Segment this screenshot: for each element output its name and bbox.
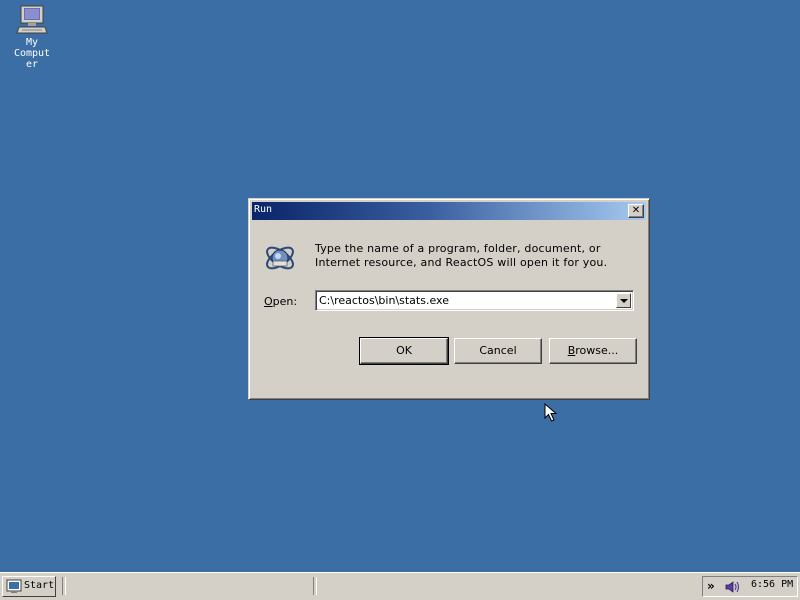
run-dialog: Run ✕ Type the name of a program, folder… <box>248 198 650 400</box>
start-button[interactable]: Start <box>2 576 56 597</box>
taskbar: Start » 6:56 PM <box>0 572 800 600</box>
open-label-mnemonic: O <box>264 295 273 308</box>
browse-button[interactable]: Browse... <box>549 338 637 364</box>
open-input[interactable] <box>319 293 609 308</box>
run-prompt-text: Type the name of a program, folder, docu… <box>315 242 608 269</box>
taskbar-grip[interactable] <box>62 577 66 595</box>
chevron-down-icon <box>620 299 628 303</box>
close-button[interactable]: ✕ <box>628 204 644 218</box>
desktop-icon-my-computer[interactable]: My Computer <box>2 4 62 70</box>
speaker-icon[interactable] <box>725 580 741 594</box>
tray-expand-icon[interactable]: » <box>707 578 715 594</box>
ok-button[interactable]: OK <box>359 337 449 365</box>
dialog-titlebar[interactable]: Run ✕ <box>252 202 646 220</box>
taskbar-grip[interactable] <box>313 577 317 595</box>
start-label: Start <box>24 580 55 591</box>
open-label: Open: <box>264 295 297 308</box>
mouse-pointer-icon <box>544 403 558 422</box>
combobox-dropdown-button[interactable] <box>616 293 631 308</box>
browse-label-rest: rowse... <box>575 344 619 357</box>
computer-icon <box>16 5 48 34</box>
desktop-icon-label: My Computer <box>13 37 51 70</box>
reactos-start-icon <box>6 579 22 593</box>
close-icon: ✕ <box>631 205 641 216</box>
dialog-title: Run <box>254 204 273 215</box>
open-combobox[interactable] <box>315 290 634 311</box>
open-label-rest: pen: <box>272 295 298 308</box>
system-tray: » 6:56 PM <box>702 576 798 597</box>
cancel-button[interactable]: Cancel <box>454 338 542 364</box>
clock[interactable]: 6:56 PM <box>751 579 793 591</box>
run-program-icon <box>266 246 294 270</box>
